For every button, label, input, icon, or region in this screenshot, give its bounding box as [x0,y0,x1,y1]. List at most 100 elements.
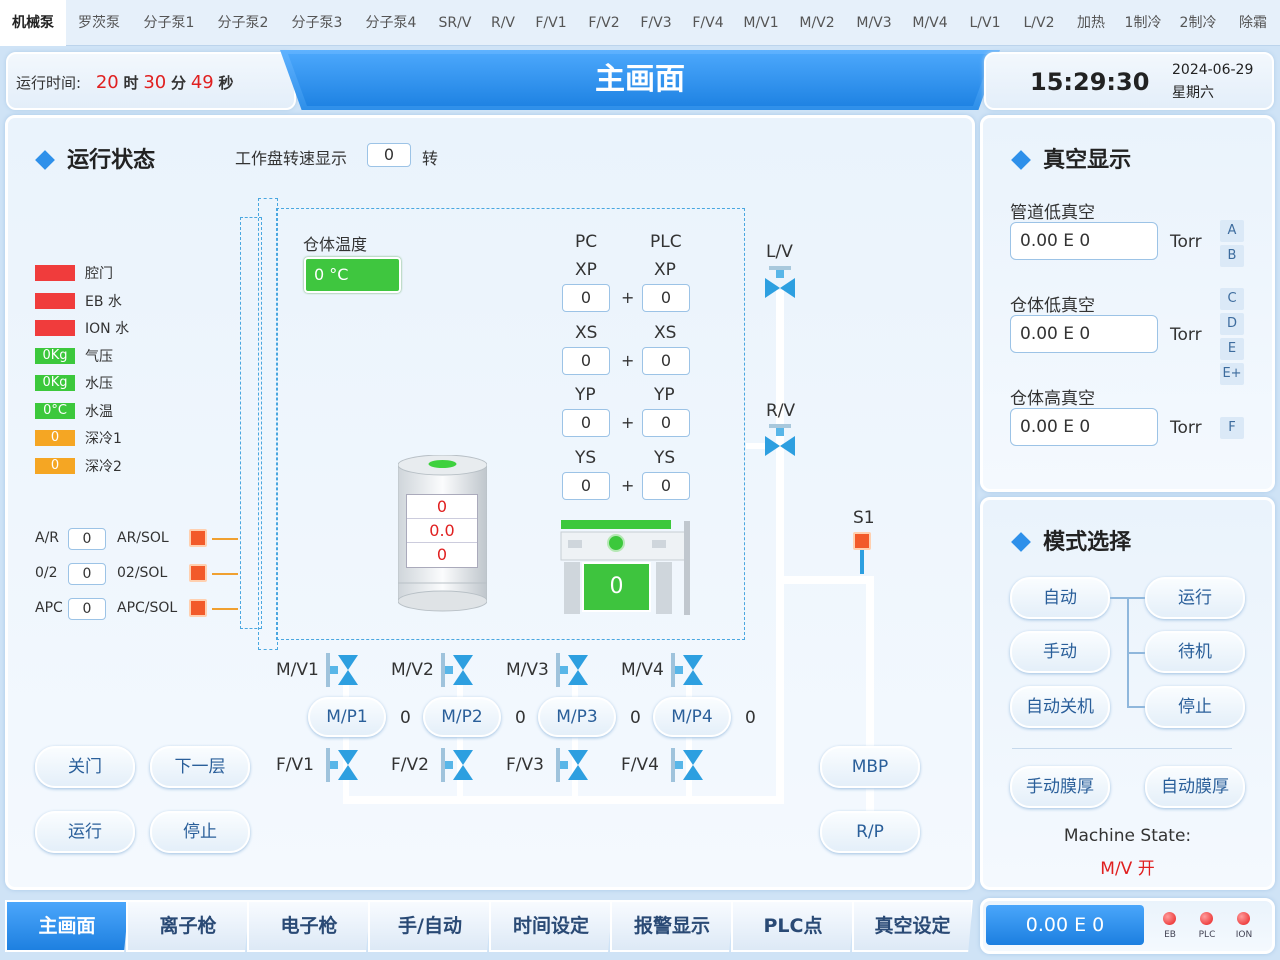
mv-valve-icon[interactable] [441,653,475,687]
vacuum-button-e[interactable]: E [1220,338,1244,360]
mv-valve-icon[interactable] [326,653,360,687]
diamond-icon [35,150,55,170]
vacuum-button-d[interactable]: D [1220,313,1244,335]
sol-label: AR/SOL [117,530,169,546]
stop-button[interactable]: 停止 [150,811,250,853]
auto-mode-button[interactable]: 自动 [1010,577,1110,619]
sol-line [212,608,238,610]
mp-button[interactable]: M/P3 [538,697,616,737]
top-tab-16[interactable]: M/V4 [902,0,958,46]
top-tab-12[interactable]: F/V4 [682,0,734,46]
manual-mode-button[interactable]: 手动 [1010,631,1110,673]
next-layer-button[interactable]: 下一层 [150,746,250,788]
bottom-tab-6[interactable]: 报警显示 [610,900,734,952]
s1-stem [860,550,864,574]
status-indicator-box [35,320,75,336]
top-tab-13[interactable]: M/V1 [734,0,788,46]
status-indicator-label: 气压 [85,348,113,365]
machine-state-label: Machine State: [1063,826,1192,846]
mbp-button[interactable]: MBP [820,746,920,788]
status-indicator-label: 深冷1 [85,431,122,447]
top-tab-6[interactable]: 分子泵4 [354,0,428,46]
top-tab-11[interactable]: F/V3 [630,0,682,46]
vacuum-button-e-plus[interactable]: E+ [1220,363,1244,385]
auto-film-button[interactable]: 自动膜厚 [1145,766,1245,808]
mv-label: M/V2 [391,660,434,680]
crucible-value-3: 0 [436,545,448,564]
rp-button[interactable]: R/P [820,811,920,853]
run-status-header: 运行状态 [35,142,155,174]
vacuum-button-c[interactable]: C [1220,288,1244,310]
page-title: 主画面 [288,54,992,106]
seconds-unit: 秒 [218,74,234,92]
top-tab-15[interactable]: M/V3 [846,0,902,46]
close-door-button[interactable]: 关门 [35,746,135,788]
top-tab-18[interactable]: L/V2 [1012,0,1066,46]
s1-solenoid-icon[interactable] [853,532,871,550]
vacuum-label: 仓体高真空 [1010,389,1095,409]
top-tab-17[interactable]: L/V1 [958,0,1012,46]
fv-valve-icon[interactable] [326,748,360,782]
axis-pc-value: 0 [562,409,610,437]
sol-line [212,573,238,575]
status-indicator-box: 0Kg [35,375,75,391]
sol-label: 02/SOL [117,565,168,581]
rv-valve-icon[interactable] [763,424,797,458]
status-indicator-box: 0 [35,430,75,446]
top-tab-19[interactable]: 加热 [1066,0,1116,46]
bottom-tab-7[interactable]: PLC点 [731,900,855,952]
top-tab-22[interactable]: 除霜 [1226,0,1280,46]
mode-connector [1108,597,1128,599]
solenoid-icon[interactable] [189,529,207,547]
top-tab-1[interactable]: 机械泵 [0,0,66,46]
mp-button[interactable]: M/P4 [653,697,731,737]
run-button[interactable]: 运行 [35,811,135,853]
lv-valve-icon[interactable] [763,266,797,300]
fv-valve-icon[interactable] [441,748,475,782]
mv-valve-icon[interactable] [671,653,705,687]
vacuum-button-a[interactable]: A [1220,220,1244,242]
bottom-tab-8[interactable]: 真空设定 [852,900,973,952]
bottom-tab-4[interactable]: 手/自动 [368,900,492,952]
crucible-value-1: 0 [407,495,477,519]
mode-title: 模式选择 [1043,530,1132,555]
top-tab-3[interactable]: 分子泵1 [132,0,206,46]
axis-pc-value: 0 [562,471,610,500]
top-tab-21[interactable]: 2制冷 [1170,0,1226,46]
auto-shutdown-button[interactable]: 自动关机 [1010,686,1110,728]
mode-connector-h2 [1127,652,1145,654]
manual-film-button[interactable]: 手动膜厚 [1010,766,1110,808]
status-indicator-label: 水压 [85,376,113,392]
bottom-tab-3[interactable]: 电子枪 [247,900,371,952]
fv-valve-icon[interactable] [671,748,705,782]
vacuum-button-b[interactable]: B [1220,245,1244,267]
status-indicator-box: 0 [35,457,75,474]
mode-header: 模式选择 [1011,524,1132,556]
top-tab-20[interactable]: 1制冷 [1116,0,1170,46]
mp-button[interactable]: M/P1 [308,697,386,737]
mode-run-button[interactable]: 运行 [1145,577,1245,619]
solenoid-icon[interactable] [189,564,207,582]
top-tab-7[interactable]: SR/V [428,0,482,46]
hours-unit: 时 [123,74,139,92]
standby-button[interactable]: 待机 [1145,631,1245,673]
top-tab-4[interactable]: 分子泵2 [206,0,280,46]
top-tab-10[interactable]: F/V2 [578,0,630,46]
top-tab-5[interactable]: 分子泵3 [280,0,354,46]
solenoid-icon[interactable] [189,599,207,617]
top-tab-2[interactable]: 罗茨泵 [66,0,132,46]
bottom-tab-5[interactable]: 时间设定 [489,900,613,952]
top-tab-8[interactable]: R/V [482,0,524,46]
top-tab-14[interactable]: M/V2 [788,0,846,46]
top-tab-9[interactable]: F/V1 [524,0,578,46]
fv-valve-icon[interactable] [556,748,590,782]
mp-value: 0 [515,708,526,728]
bottom-tab-1[interactable]: 主画面 [5,900,129,952]
mp-button[interactable]: M/P2 [423,697,501,737]
vacuum-button-f[interactable]: F [1220,417,1244,439]
mv-valve-icon[interactable] [556,653,590,687]
vacuum-value: 0.00 E 0 [1010,315,1158,353]
clock-weekday: 星期六 [1172,85,1214,101]
mode-stop-button[interactable]: 停止 [1145,686,1245,728]
bottom-tab-2[interactable]: 离子枪 [126,900,250,952]
